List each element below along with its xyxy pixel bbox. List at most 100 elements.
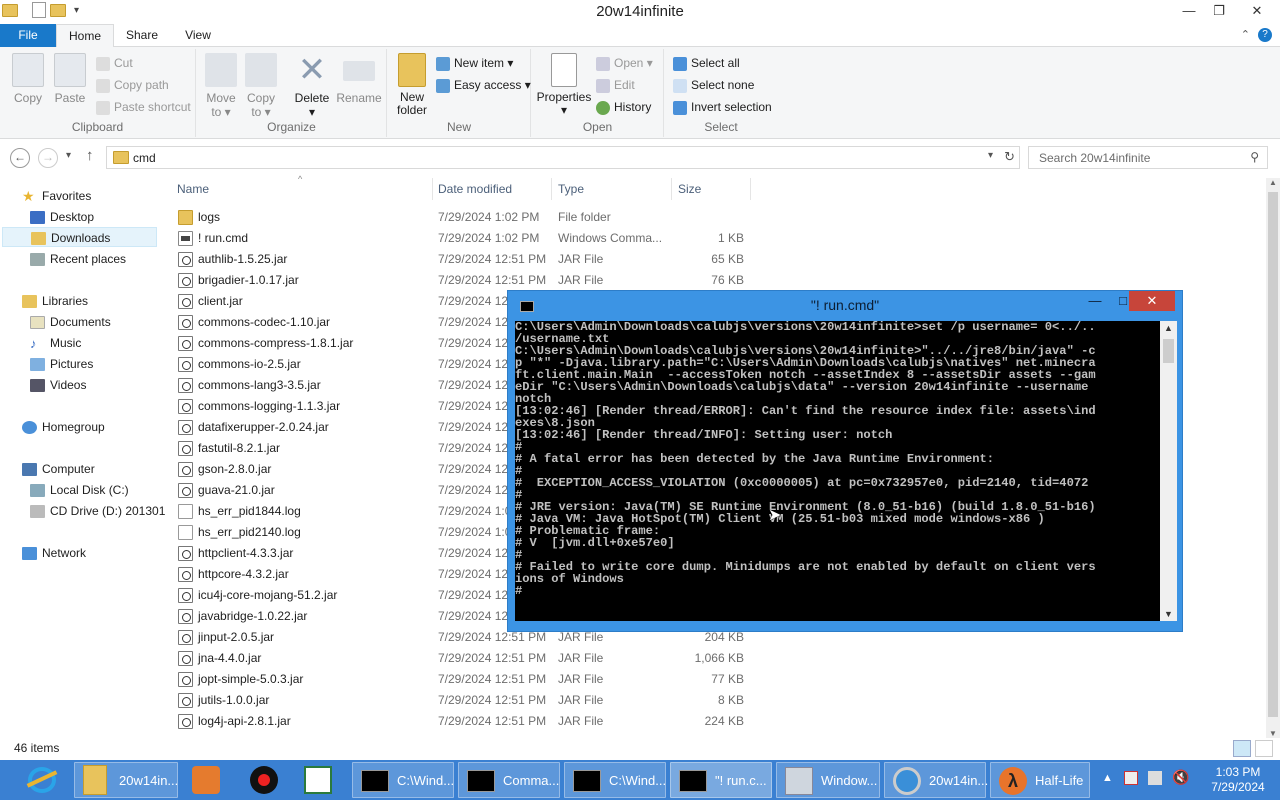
file-row[interactable]: log4j-api-2.8.1.jar 7/29/2024 12:51 PM JAR… [170, 711, 750, 732]
console-scroll-down-icon[interactable]: ▼ [1160, 609, 1177, 619]
column-divider[interactable] [551, 178, 552, 200]
close-button[interactable]: ✕ [1234, 0, 1280, 22]
forward-button[interactable]: → [38, 148, 58, 168]
address-dropdown-icon[interactable]: ▾ [988, 150, 993, 161]
nav-documents[interactable]: Documents [30, 312, 188, 332]
nav-computer[interactable]: Computer [22, 459, 180, 479]
rename-button[interactable]: Rename [335, 53, 383, 105]
nav-cd-drive[interactable]: CD Drive (D:) 201301 [30, 501, 188, 521]
file-list-scrollbar[interactable]: ▲ ▼ [1266, 178, 1280, 738]
history-button[interactable]: History [596, 97, 651, 117]
tab-file[interactable]: File [0, 24, 56, 47]
console-titlebar[interactable]: "! run.cmd" — □ ✕ [508, 291, 1182, 321]
select-none-button[interactable]: Select none [673, 75, 754, 95]
nav-music[interactable]: ♪ Music [30, 333, 188, 353]
column-divider[interactable] [432, 178, 433, 200]
tab-home[interactable]: Home [56, 24, 114, 48]
nav-homegroup[interactable]: Homegroup [22, 417, 180, 437]
new-item-button[interactable]: New item ▾ [436, 53, 513, 73]
console-output[interactable]: C:\Users\Admin\Downloads\calubjs\version… [515, 321, 1160, 621]
select-all-button[interactable]: Select all [673, 53, 740, 73]
file-row[interactable]: jutils-1.0.0.jar 7/29/2024 12:51 PM JAR Fi… [170, 690, 750, 711]
move-to-button[interactable]: Move to ▾ [203, 53, 239, 119]
nav-downloads[interactable]: Downloads [2, 227, 157, 247]
file-type: JAR File [558, 714, 604, 728]
collapse-ribbon-icon[interactable]: ⌃ [1241, 28, 1250, 41]
taskbar-clock[interactable]: 1:03 PM 7/29/2024 [1198, 765, 1278, 795]
taskbar-half-life[interactable]: λ Half-Life [990, 762, 1090, 798]
taskbar-run-cmd[interactable]: "! run.c... [670, 762, 772, 798]
maximize-button[interactable]: ❐ [1204, 0, 1234, 22]
refresh-icon[interactable]: ↻ [1004, 149, 1015, 165]
copy-button[interactable]: Copy [8, 53, 48, 105]
properties-button[interactable]: Properties ▾ [536, 53, 592, 117]
taskbar-cmd-1[interactable]: C:\Wind... [352, 762, 454, 798]
scroll-up-icon[interactable]: ▲ [1266, 178, 1280, 187]
search-input[interactable]: Search 20w14infinite ⚲ [1028, 146, 1268, 169]
copy-path-button[interactable]: Copy path [96, 75, 169, 95]
file-row[interactable]: brigadier-1.0.17.jar 7/29/2024 12:51 PM JA… [170, 270, 750, 291]
delete-button[interactable]: ✕ Delete ▾ [291, 53, 333, 119]
taskbar-cmd-2[interactable]: Comma... [458, 762, 560, 798]
paste-button[interactable]: Paste [50, 53, 90, 105]
console-scrollbar[interactable]: ▲ ▼ [1160, 321, 1177, 621]
nav-recent-places[interactable]: Recent places [30, 249, 188, 269]
internet-explorer-taskbar-icon[interactable] [20, 763, 64, 797]
scroll-thumb[interactable] [1268, 192, 1278, 717]
details-view-icon[interactable] [1233, 740, 1251, 757]
file-row[interactable]: ! run.cmd 7/29/2024 1:02 PM Windows Comma.… [170, 228, 750, 249]
cut-button[interactable]: Cut [96, 53, 133, 73]
address-bar[interactable]: cmd ▾ ↻ [106, 146, 1020, 169]
open-button[interactable]: Open ▾ [596, 53, 653, 73]
column-divider[interactable] [750, 178, 751, 200]
column-header-name[interactable]: Name [177, 178, 209, 200]
console-scroll-up-icon[interactable]: ▲ [1160, 323, 1177, 333]
tab-view[interactable]: View [172, 24, 224, 47]
nav-local-disk[interactable]: Local Disk (C:) [30, 480, 188, 500]
nav-network[interactable]: Network [22, 543, 180, 563]
taskbar-cmd-3[interactable]: C:\Wind... [564, 762, 666, 798]
scroll-down-icon[interactable]: ▼ [1266, 729, 1280, 738]
nav-desktop[interactable]: Desktop [30, 207, 188, 227]
column-header-date[interactable]: Date modified [438, 178, 512, 200]
file-row[interactable]: jna-4.4.0.jar 7/29/2024 12:51 PM JAR File 1… [170, 648, 750, 669]
copy-to-button[interactable]: Copy to ▾ [243, 53, 279, 119]
file-row[interactable]: jopt-simple-5.0.3.jar 7/29/2024 12:51 PM J… [170, 669, 750, 690]
column-header-type[interactable]: Type [558, 178, 584, 200]
network-tray-icon[interactable] [1148, 771, 1162, 785]
file-row[interactable]: logs 7/29/2024 1:02 PM File folder [170, 207, 750, 228]
column-divider[interactable] [671, 178, 672, 200]
console-window[interactable]: "! run.cmd" — □ ✕ C:\Users\Admin\Downloa… [507, 290, 1183, 632]
up-arrow-icon[interactable]: ↑ [86, 147, 94, 164]
help-icon[interactable]: ? [1258, 28, 1272, 42]
column-header-size[interactable]: Size [678, 178, 701, 200]
back-button[interactable]: ← [10, 148, 30, 168]
console-scroll-thumb[interactable] [1163, 339, 1174, 363]
search-icon[interactable]: ⚲ [1250, 150, 1259, 164]
console-close-button[interactable]: ✕ [1129, 291, 1175, 311]
taskbar-20w14infinite-app[interactable]: 20w14in... [884, 762, 988, 798]
easy-access-button[interactable]: Easy access ▾ [436, 75, 531, 95]
nav-pictures[interactable]: Pictures [30, 354, 188, 374]
taskbar-recorder[interactable] [240, 762, 288, 798]
taskbar-explorer-20w14infinite[interactable]: 20w14in... [74, 762, 178, 798]
invert-selection-button[interactable]: Invert selection [673, 97, 772, 117]
new-folder-button[interactable]: New folder [392, 53, 432, 117]
minimize-button[interactable]: — [1174, 0, 1204, 22]
tab-share[interactable]: Share [114, 24, 170, 47]
nav-favorites[interactable]: ★ Favorites [22, 186, 180, 206]
taskbar-media-player[interactable] [182, 762, 230, 798]
action-center-flag-icon[interactable] [1124, 771, 1138, 785]
taskbar-windows-app[interactable]: Window... [776, 762, 880, 798]
volume-muted-icon[interactable]: 🔇 [1172, 769, 1189, 786]
taskbar-spreadsheet-app[interactable] [294, 762, 342, 798]
nav-libraries[interactable]: Libraries [22, 291, 180, 311]
show-hidden-icons-icon[interactable]: ▲ [1102, 772, 1113, 784]
file-row[interactable]: authlib-1.5.25.jar 7/29/2024 12:51 PM JAR … [170, 249, 750, 270]
paste-shortcut-button[interactable]: Paste shortcut [96, 97, 191, 117]
large-icons-view-icon[interactable] [1255, 740, 1273, 757]
edit-button[interactable]: Edit [596, 75, 635, 95]
nav-videos[interactable]: Videos [30, 375, 188, 395]
recent-locations-chevron-icon[interactable]: ▾ [66, 150, 71, 161]
console-minimize-button[interactable]: — [1081, 291, 1109, 311]
